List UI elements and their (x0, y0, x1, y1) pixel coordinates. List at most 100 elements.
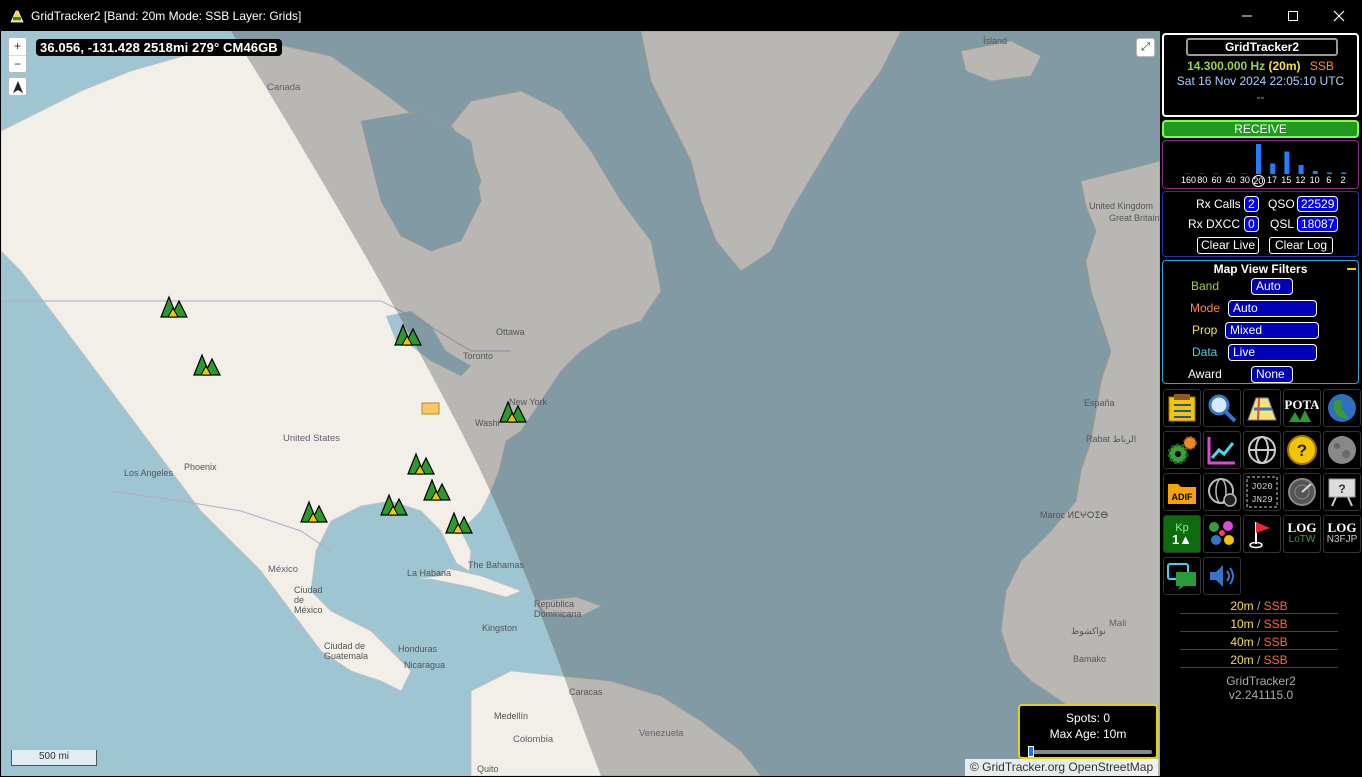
recent-band: 40m (1230, 635, 1254, 649)
spots-button[interactable] (1203, 515, 1241, 553)
band-label-10[interactable]: 10 (1308, 175, 1322, 187)
qsl-count-value[interactable]: 18087 (1297, 216, 1339, 232)
pota-park-marker[interactable] (444, 509, 474, 535)
band-label-6[interactable]: 6 (1322, 175, 1336, 187)
recent-mode: SSB (1263, 653, 1288, 667)
map-settings-button[interactable] (1243, 389, 1281, 427)
svg-text:?: ? (1338, 482, 1345, 496)
map-label-medellin: Medellín (494, 711, 529, 721)
log-list-button[interactable] (1163, 389, 1201, 427)
minimize-button[interactable] (1224, 0, 1270, 31)
map-label-maroc: Maroc ⵍⵎⵖⵔⵉⴱ (1040, 510, 1109, 520)
zoom-out-button[interactable]: − (9, 55, 26, 72)
app-name-label[interactable]: GridTracker2 (1186, 38, 1338, 56)
band-label-15[interactable]: 15 (1279, 175, 1293, 187)
recent-band: 20m (1230, 599, 1254, 613)
map-label-phoenix: Phoenix (184, 462, 217, 472)
recent-band-mode-item[interactable]: 20m / SSB (1180, 653, 1338, 668)
recent-separator: / (1253, 635, 1264, 649)
map-view-filters: Map View Filters Band Auto Mode Auto Pro… (1162, 260, 1359, 384)
map-label-mexico: México (268, 564, 299, 575)
callsign-lookup-button[interactable] (1203, 389, 1241, 427)
help-button[interactable]: ? (1283, 431, 1321, 469)
presentation-button[interactable]: ? (1323, 473, 1361, 511)
zoom-in-button[interactable]: + (9, 38, 26, 55)
max-age-slider-track[interactable] (1030, 750, 1152, 754)
pota-park-marker[interactable] (406, 450, 436, 476)
grid-overlay-button[interactable]: JO20 JN29 (1243, 473, 1281, 511)
band-label-60[interactable]: 60 (1209, 175, 1223, 187)
close-button[interactable] (1316, 0, 1362, 31)
collapse-filters-button[interactable] (1347, 268, 1356, 270)
band-activity-bar-80 (1199, 173, 1205, 174)
call-stats-box: Rx Calls 2 QSO 22529 Rx DXCC 0 QSL 18087… (1162, 191, 1359, 257)
world-map[interactable]: Ísland Canada Ottawa Toronto New York Wa… (1, 31, 1160, 776)
audio-button[interactable] (1203, 557, 1241, 595)
stats-chart-button[interactable] (1203, 431, 1241, 469)
band-label-30[interactable]: 30 (1238, 175, 1252, 187)
chat-button[interactable] (1163, 557, 1201, 595)
lotw-log-button[interactable]: LOG LoTW (1283, 515, 1321, 553)
grid-square-icon: JO20 JN29 (1246, 476, 1278, 508)
recent-band-mode-item[interactable]: 20m / SSB (1180, 599, 1338, 614)
map-label-quito: Quito (477, 764, 499, 774)
worked-grid-square[interactable] (421, 402, 440, 415)
pota-park-marker[interactable] (159, 293, 189, 319)
n3fjp-log-button[interactable]: LOG N3FJP (1323, 515, 1361, 553)
moon-button[interactable] (1323, 431, 1361, 469)
settings-button[interactable] (1163, 431, 1201, 469)
band-label-2[interactable]: 2 (1336, 175, 1350, 187)
pota-park-marker[interactable] (192, 351, 222, 377)
title-bar: GridTracker2 [Band: 20m Mode: SSB Layer:… (0, 0, 1362, 31)
north-arrow-icon (12, 80, 23, 93)
qso-count-value[interactable]: 22529 (1297, 196, 1339, 212)
pota-button[interactable]: POTA (1283, 389, 1321, 427)
fullscreen-button[interactable]: ⤢ (1136, 38, 1155, 57)
recent-band-mode-item[interactable]: 40m / SSB (1180, 635, 1338, 650)
band-label-17[interactable]: 17 (1265, 175, 1279, 187)
grid-globe-button[interactable] (1243, 431, 1281, 469)
reset-north-button[interactable] (8, 77, 27, 96)
pota-park-marker[interactable] (379, 491, 409, 517)
band-label-80[interactable]: 80 (1195, 175, 1209, 187)
band-label-12[interactable]: 12 (1293, 175, 1307, 187)
filter-award-label: Award (1188, 367, 1222, 381)
pota-park-marker[interactable] (393, 321, 423, 347)
map-label-toronto: Toronto (463, 351, 494, 361)
trend-chart-icon (1207, 437, 1235, 465)
pota-park-marker[interactable] (299, 498, 329, 524)
spots-dots-icon (1209, 521, 1234, 545)
map-label-great-britain: Great Britain (1109, 213, 1160, 223)
radar-button[interactable] (1283, 473, 1321, 511)
checklist-icon (1168, 394, 1196, 422)
svg-text:ADIF: ADIF (1172, 492, 1193, 502)
band-activity-bar-40 (1227, 173, 1233, 174)
kp-index-button[interactable]: Kp 1▲ (1163, 515, 1201, 553)
recent-band-mode-item[interactable]: 10m / SSB (1180, 617, 1338, 632)
filter-mode-select[interactable]: Auto (1228, 300, 1317, 317)
map-attribution[interactable]: © GridTracker.org OpenStreetMap (965, 759, 1159, 776)
rx-calls-value[interactable]: 2 (1244, 196, 1259, 212)
filter-award-select[interactable]: None (1251, 366, 1293, 383)
filter-band-select[interactable]: Auto (1251, 278, 1293, 295)
maximize-button[interactable] (1270, 0, 1316, 31)
max-age-slider-handle[interactable] (1028, 746, 1034, 757)
pota-park-marker[interactable] (422, 476, 452, 502)
band-activity-bar-30 (1241, 173, 1247, 174)
distance-globe-button[interactable] (1203, 473, 1241, 511)
gridtracker-app-icon (10, 10, 24, 22)
adif-button[interactable]: ADIF (1163, 473, 1201, 511)
filter-prop-select[interactable]: Mixed (1225, 322, 1319, 339)
clear-live-button[interactable]: Clear Live (1197, 237, 1259, 254)
rx-dxcc-label: Rx DXCC (1188, 217, 1241, 231)
flag-button[interactable] (1243, 515, 1281, 553)
band-label-40[interactable]: 40 (1224, 175, 1238, 187)
clear-log-button[interactable]: Clear Log (1269, 237, 1333, 254)
band-label-160[interactable]: 160 (1181, 175, 1196, 187)
rx-dxcc-value[interactable]: 0 (1244, 216, 1259, 232)
receive-status-button[interactable]: RECEIVE (1162, 120, 1359, 138)
filter-data-select[interactable]: Live (1228, 344, 1317, 361)
globe-button[interactable] (1323, 389, 1361, 427)
band-label-20[interactable]: 20 (1251, 175, 1265, 187)
band-activity-bar-2 (1341, 172, 1347, 174)
